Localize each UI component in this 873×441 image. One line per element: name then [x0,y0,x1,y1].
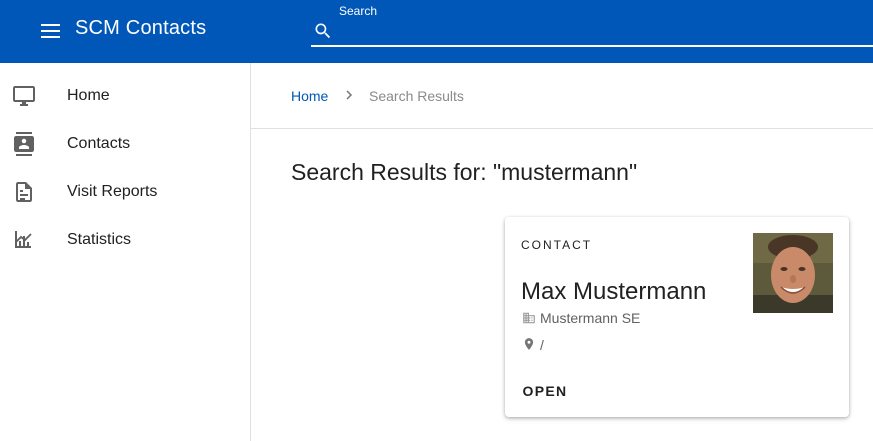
building-icon [523,312,535,324]
contact-card: CONTACT Max Mustermann Mustermann SE / O… [505,217,849,417]
search-field[interactable]: Search [311,0,873,47]
breadcrumb-current: Search Results [369,88,464,104]
avatar [753,233,833,313]
search-input[interactable] [341,20,861,42]
breadcrumb-home-link[interactable]: Home [291,88,328,104]
sidebar: Home Contacts Visit Reports Statistics [0,63,251,441]
monitor-icon [13,86,35,106]
sidebar-item-visit-reports[interactable]: Visit Reports [0,168,250,216]
location-pin-icon [524,338,534,350]
page-title: Search Results for: "mustermann" [291,159,638,185]
sidebar-item-contacts[interactable]: Contacts [0,120,250,168]
document-icon [16,182,32,202]
search-icon [315,23,331,39]
contact-name: Max Mustermann [521,278,707,305]
contacts-icon [14,132,34,156]
app-bar: SCM Contacts Search [0,0,873,63]
open-button[interactable]: OPEN [517,379,573,403]
chevron-right-icon [346,90,353,100]
sidebar-item-statistics[interactable]: Statistics [0,216,250,264]
sidebar-item-label: Visit Reports [67,183,158,200]
breadcrumb: Home Search Results [251,63,873,129]
statistics-icon [15,231,32,248]
menu-icon[interactable] [38,20,64,42]
contact-location: / [540,337,544,353]
app-title: SCM Contacts [75,17,207,39]
card-type-label: CONTACT [521,238,593,252]
contact-company: Mustermann SE [540,310,641,326]
sidebar-item-label: Home [67,87,110,104]
sidebar-item-label: Contacts [67,135,131,152]
search-label: Search [339,4,378,18]
sidebar-item-home[interactable]: Home [0,72,250,120]
sidebar-item-label: Statistics [67,231,132,248]
